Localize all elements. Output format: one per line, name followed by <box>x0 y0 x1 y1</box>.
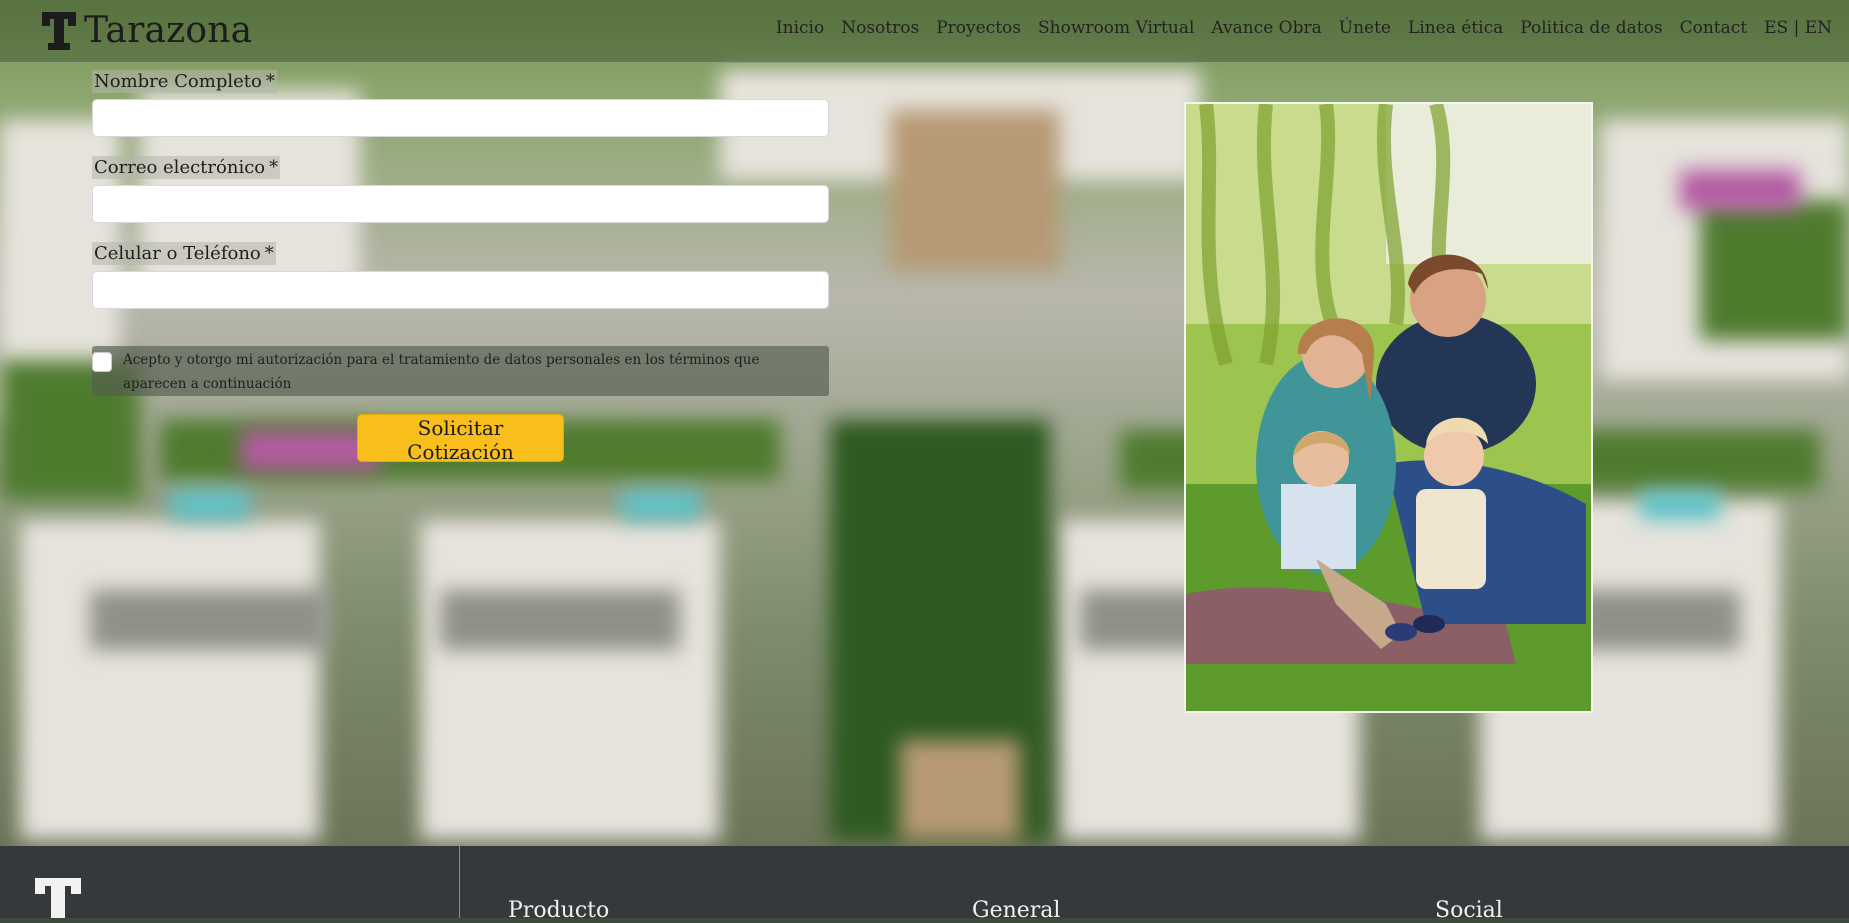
consent-checkbox[interactable] <box>92 352 112 372</box>
family-photo <box>1184 102 1593 713</box>
brand-logo[interactable]: Tarazona <box>42 10 252 51</box>
footer-divider <box>459 846 460 918</box>
email-input[interactable] <box>92 185 829 223</box>
nav-politica-de-datos[interactable]: Politica de datos <box>1520 18 1662 38</box>
required-mark: * <box>269 157 279 178</box>
quote-form: Nombre Completo * Correo electrónico * Cel… <box>92 70 829 464</box>
required-mark: * <box>264 243 274 264</box>
consent-text: Acepto y otorgo mi autorización para el … <box>123 352 760 392</box>
email-label: Correo electrónico * <box>92 156 281 179</box>
phone-input[interactable] <box>92 271 829 309</box>
phone-label-text: Celular o Teléfono <box>94 243 261 264</box>
top-navigation: Tarazona Inicio Nosotros Proyectos Showr… <box>0 0 1849 63</box>
consent-box: Acepto y otorgo mi autorización para el … <box>92 346 829 396</box>
required-mark: * <box>265 71 275 92</box>
nav-contact[interactable]: Contact <box>1680 18 1748 38</box>
nav-unete[interactable]: Únete <box>1339 18 1391 38</box>
nav-showroom-virtual[interactable]: Showroom Virtual <box>1038 18 1194 38</box>
main-menu: Inicio Nosotros Proyectos Showroom Virtu… <box>776 18 1832 38</box>
name-label-text: Nombre Completo <box>94 71 262 92</box>
footer-heading-social: Social <box>1435 898 1503 923</box>
name-input[interactable] <box>92 99 829 137</box>
nav-proyectos[interactable]: Proyectos <box>936 18 1021 38</box>
request-quote-button[interactable]: Solicitar Cotización <box>357 414 564 464</box>
brand-name: Tarazona <box>84 10 253 51</box>
nav-avance-obra[interactable]: Avance Obra <box>1211 18 1321 38</box>
family-photo-illustration <box>1186 104 1591 711</box>
language-switcher[interactable]: ES | EN <box>1764 18 1832 38</box>
nav-linea-etica[interactable]: Linea ética <box>1408 18 1503 38</box>
nav-inicio[interactable]: Inicio <box>776 18 824 38</box>
footer: Producto General Social <box>0 846 1849 923</box>
email-label-text: Correo electrónico <box>94 157 266 178</box>
footer-heading-general: General <box>972 898 1061 923</box>
tarazona-footer-logo-icon <box>35 878 81 918</box>
nav-nosotros[interactable]: Nosotros <box>841 18 919 38</box>
name-label: Nombre Completo * <box>92 70 277 93</box>
footer-heading-producto: Producto <box>508 898 610 923</box>
phone-label: Celular o Teléfono * <box>92 242 276 265</box>
tarazona-logo-icon <box>42 11 76 50</box>
